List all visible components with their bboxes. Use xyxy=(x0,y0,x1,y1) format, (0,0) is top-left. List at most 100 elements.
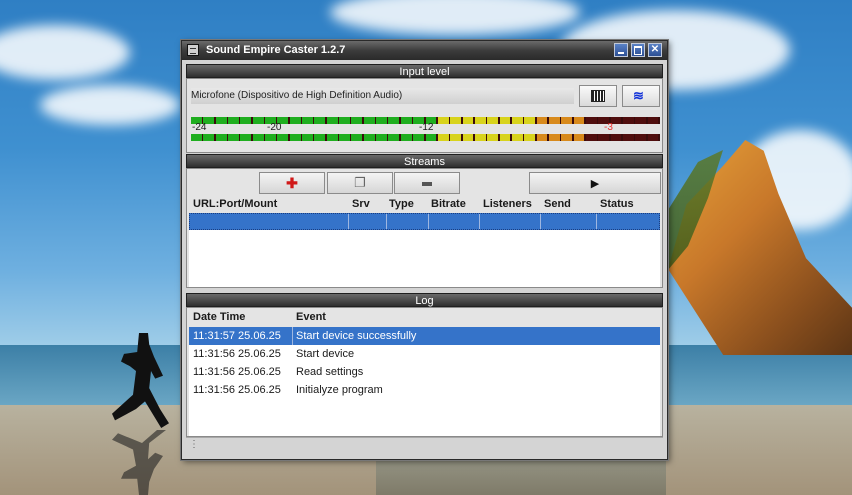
meter-segment xyxy=(585,117,597,124)
app-icon[interactable] xyxy=(187,44,199,56)
maximize-icon xyxy=(634,46,642,55)
log-panel: Date Time Event 11:31:57 25.06.25 Start … xyxy=(186,307,663,437)
remove-stream-button[interactable] xyxy=(394,172,460,194)
log-row[interactable]: 11:31:57 25.06.25 Start device successfu… xyxy=(189,327,660,345)
remove-icon xyxy=(422,181,432,186)
meter-segment xyxy=(635,134,647,141)
table-row[interactable] xyxy=(189,213,660,230)
add-icon: ✚ xyxy=(286,175,298,191)
meter-segment xyxy=(289,117,301,124)
meter-segment xyxy=(450,134,461,141)
meter-segment xyxy=(314,117,326,124)
meter-segment xyxy=(499,117,511,124)
meter-segment xyxy=(413,134,424,141)
meter-segment xyxy=(573,134,585,141)
meter-segment xyxy=(314,134,326,141)
log-datetime: 11:31:56 25.06.25 xyxy=(193,384,281,396)
meter-segment xyxy=(277,134,289,141)
meter-segment xyxy=(462,134,474,141)
close-icon: ✕ xyxy=(650,44,660,55)
meter-segment xyxy=(302,117,313,124)
meter-segment xyxy=(561,134,573,141)
column-srv[interactable]: Srv xyxy=(352,198,370,210)
column-bitrate[interactable]: Bitrate xyxy=(431,198,466,210)
meter-segment xyxy=(511,117,523,124)
level-meter-scale: -24 -20 -12 -3 xyxy=(191,122,660,134)
minimize-button[interactable] xyxy=(614,43,628,57)
column-type[interactable]: Type xyxy=(389,198,414,210)
meter-label: -3 xyxy=(604,122,613,133)
meter-segment xyxy=(474,134,486,141)
meter-segment xyxy=(265,134,276,141)
log-header: Log xyxy=(186,293,663,307)
column-status[interactable]: Status xyxy=(600,198,634,210)
audio-monitor-button[interactable]: ≋ xyxy=(622,85,660,107)
column-listeners[interactable]: Listeners xyxy=(483,198,532,210)
meter-segment xyxy=(228,117,239,124)
title-bar[interactable]: Sound Empire Caster 1.2.7 ✕ xyxy=(182,41,667,60)
status-bar: ⋮ xyxy=(186,437,663,455)
start-stream-button[interactable]: ▶ xyxy=(529,172,661,194)
log-row[interactable]: 11:31:56 25.06.25 Start device xyxy=(189,345,660,363)
input-device-label[interactable]: Microfone (Dispositivo de High Definitio… xyxy=(191,88,574,104)
meter-segment xyxy=(561,117,573,124)
meter-segment xyxy=(302,134,313,141)
meter-segment xyxy=(351,117,363,124)
waveform-icon: ≋ xyxy=(633,88,644,103)
meter-segment xyxy=(240,117,252,124)
app-window: Sound Empire Caster 1.2.7 ✕ Input level … xyxy=(181,40,668,460)
copy-stream-button[interactable]: ❐ xyxy=(327,172,393,194)
meter-segment xyxy=(647,134,659,141)
log-event: Read settings xyxy=(296,366,364,378)
log-row[interactable]: 11:31:56 25.06.25 Initialyze program xyxy=(189,381,660,399)
meter-segment xyxy=(376,117,387,124)
log-event: Initialyze program xyxy=(296,384,383,396)
meter-segment xyxy=(425,134,437,141)
meter-segment xyxy=(622,117,634,124)
meter-segment xyxy=(635,117,647,124)
meter-segment xyxy=(474,117,486,124)
meter-segment xyxy=(536,117,548,124)
close-button[interactable]: ✕ xyxy=(648,43,662,57)
meter-segment xyxy=(585,134,597,141)
log-datetime: 11:31:56 25.06.25 xyxy=(193,366,281,378)
maximize-button[interactable] xyxy=(631,43,645,57)
column-send[interactable]: Send xyxy=(544,198,571,210)
column-datetime[interactable]: Date Time xyxy=(193,311,245,323)
meter-segment xyxy=(326,134,338,141)
meter-segment xyxy=(289,134,301,141)
meter-segment xyxy=(647,117,659,124)
meter-segment xyxy=(437,134,449,141)
meter-segment xyxy=(462,117,474,124)
meter-segment xyxy=(610,134,622,141)
meter-segment xyxy=(487,134,499,141)
meter-segment xyxy=(499,134,511,141)
log-list[interactable]: 11:31:57 25.06.25 Start device successfu… xyxy=(189,327,660,436)
meter-segment xyxy=(351,134,363,141)
device-settings-button[interactable] xyxy=(579,85,617,107)
minimize-icon xyxy=(618,52,624,54)
input-level-header: Input level xyxy=(186,64,663,78)
streams-panel: ✚ ❐ ▶ URL:Port/Mount Srv Type Bitrate Li… xyxy=(186,168,663,288)
meter-segment xyxy=(191,134,202,141)
meter-segment xyxy=(363,117,375,124)
meter-segment xyxy=(339,117,350,124)
meter-segment xyxy=(363,134,375,141)
log-row[interactable]: 11:31:56 25.06.25 Read settings xyxy=(189,363,660,381)
log-datetime: 11:31:57 25.06.25 xyxy=(193,330,281,342)
meter-segment xyxy=(487,117,499,124)
resize-grip-icon[interactable]: ⋮ xyxy=(189,439,199,450)
column-url[interactable]: URL:Port/Mount xyxy=(193,198,277,210)
meter-label: -12 xyxy=(419,122,434,133)
meter-segment xyxy=(622,134,634,141)
column-event[interactable]: Event xyxy=(296,311,326,323)
meter-segment xyxy=(228,134,239,141)
log-event: Start device successfully xyxy=(296,330,417,342)
meter-segment xyxy=(400,117,412,124)
meter-segment xyxy=(400,134,412,141)
meter-segment xyxy=(215,134,227,141)
meter-segment xyxy=(450,117,461,124)
meter-segment xyxy=(548,134,560,141)
meter-segment xyxy=(536,134,548,141)
add-stream-button[interactable]: ✚ xyxy=(259,172,325,194)
